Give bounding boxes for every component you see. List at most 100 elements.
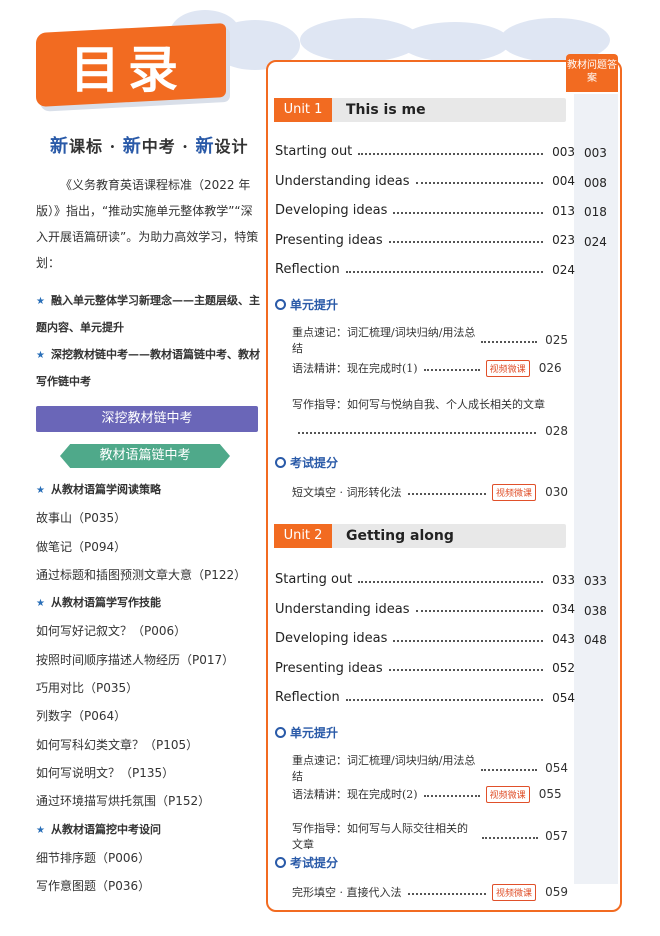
ring-icon — [275, 456, 286, 468]
dot-leader — [298, 431, 536, 434]
toc-entry-name: Understanding ideas — [275, 173, 410, 189]
list-item: 如何写说明文？（P135） — [36, 759, 262, 787]
dot-leader — [407, 493, 486, 495]
list-item-text: 如何写科幻类文章？（P105） — [36, 737, 199, 752]
toc-entry-name: Reflection — [275, 690, 340, 705]
answer-page-number: 008 — [584, 175, 607, 190]
slogan-word: 新 — [122, 136, 142, 157]
intro-paragraph: 《义务教育英语课程标准（2022 年版）》指出，“推动实施单元整体教学”“深入开… — [36, 172, 262, 276]
page-title: 目录 — [70, 41, 186, 99]
exam-entry-text: 完形填空 · 直接代入法 — [292, 886, 402, 899]
page-number: 026 — [538, 361, 562, 375]
list-item-text: 巧用对比（P035） — [36, 681, 139, 696]
feature-text: 融入单元整体学习新理念——主题层级、主题内容、单元提升 — [36, 294, 260, 334]
section-heading-text: 考试提分 — [290, 455, 339, 470]
dot-leader — [415, 182, 543, 184]
section-heading-text: 单元提升 — [290, 725, 339, 740]
sub-entry-text: 重点速记：词汇梳理/词块归纳/用法总结 — [292, 325, 476, 355]
slogan-part: 课标 · — [69, 137, 123, 156]
toc-entry-name: Reflection — [275, 262, 340, 277]
section-heading: 单元提升 — [275, 296, 338, 313]
intro-text: 《义务教育英语课程标准（2022 年版）》指出，“推动实施单元整体教学”“深入开… — [36, 178, 259, 270]
sub-entry-text: 重点速记：词汇梳理/词块归纳/用法总结 — [292, 753, 476, 783]
sub-entry-text: 语法精讲：现在完成时(2) — [292, 788, 418, 801]
list-item: 如何写科幻类文章？（P105） — [36, 731, 262, 759]
answer-page-number: 038 — [584, 603, 607, 618]
list-item-text: 列数字（P064） — [36, 709, 127, 724]
list-section-heading: ★ 从教材语篇挖中考设问 — [36, 816, 262, 844]
unit-label: Unit 2 — [274, 524, 332, 548]
ring-icon — [275, 856, 286, 868]
video-lesson-badge[interactable]: 视频微课 — [485, 785, 530, 803]
unit-header: Unit 2 Getting along — [274, 524, 566, 548]
toc-entry[interactable]: Understanding ideas 004 — [275, 174, 575, 189]
star-icon: ★ — [36, 598, 45, 610]
list-item: 列数字（P064） — [36, 702, 262, 730]
section-heading-text: 单元提升 — [290, 297, 339, 312]
slogan-part: 中考 · — [141, 137, 196, 156]
section-heading: 单元提升 — [275, 724, 338, 741]
exam-entry[interactable]: 短文填空 · 词形转化法 视频微课 030 — [292, 483, 568, 501]
list-item-text: 做笔记（P094） — [36, 539, 127, 554]
sub-entry-text: 写作指导：如何写与人际交往相关的文章 — [292, 821, 468, 851]
page-number: 054 — [545, 760, 568, 775]
toc-entry[interactable]: Presenting ideas 023 — [275, 233, 575, 248]
star-icon: ★ — [36, 350, 45, 361]
unit-title: Getting along — [346, 528, 454, 544]
video-lesson-badge[interactable]: 视频微课 — [491, 483, 536, 501]
dot-leader — [407, 893, 486, 895]
star-icon: ★ — [36, 296, 45, 307]
page-number: 004 — [552, 174, 575, 188]
sub-entry[interactable]: 重点速记：词汇梳理/词块归纳/用法总结 025 — [292, 324, 568, 356]
list-item-text: 从教材语篇学阅读策略 — [50, 483, 161, 496]
toc-entry-name: Presenting ideas — [275, 232, 383, 248]
sub-entry[interactable]: 语法精讲：现在完成时(2) 视频微课 055 — [292, 785, 568, 803]
sub-entry[interactable]: 028 — [292, 424, 568, 438]
answer-page-number: 033 — [584, 574, 607, 588]
toc-entry[interactable]: Reflection 024 — [275, 262, 575, 277]
page-number: 043 — [552, 631, 575, 646]
sub-entry[interactable]: 重点速记：词汇梳理/词块归纳/用法总结 054 — [292, 752, 568, 784]
toc-entry-name: Starting out — [275, 144, 353, 159]
page-number: 030 — [545, 485, 568, 499]
strategy-list: ★ 从教材语篇学阅读策略 故事山（P035） 做笔记（P094） 通过标题和插图预测文章… — [36, 476, 262, 900]
list-item-text: 细节排序题（P006） — [36, 850, 151, 865]
page-number: 052 — [552, 661, 575, 675]
list-section-heading: ★ 从教材语篇学阅读策略 — [36, 476, 262, 504]
ring-icon — [275, 298, 286, 310]
section-tag: 教材语篇链中考 — [60, 444, 230, 468]
exam-entry[interactable]: 完形填空 · 直接代入法 视频微课 059 — [292, 883, 568, 901]
toc-entry-name: Developing ideas — [275, 631, 388, 646]
sub-entry[interactable]: 语法精讲：现在完成时(1) 视频微课 026 — [292, 359, 568, 377]
list-item: 如何写好记叙文？（P006） — [36, 617, 262, 645]
slogan-part: 设计 — [214, 137, 249, 156]
toc-entry[interactable]: Starting out 033 — [275, 572, 575, 587]
toc-entry[interactable]: Starting out 003 — [275, 144, 575, 159]
dot-leader — [481, 836, 538, 839]
feature-bullet: ★ 深挖教材链中考——教材语篇链中考、教材写作链中考 — [36, 342, 262, 395]
section-heading: 考试提分 — [275, 854, 338, 871]
star-icon: ★ — [36, 824, 45, 836]
answer-page-number: 018 — [584, 205, 607, 219]
dot-leader — [358, 152, 543, 155]
star-icon: ★ — [36, 485, 45, 496]
list-item-text: 写作意图题（P036） — [36, 879, 151, 894]
toc-entry[interactable]: Presenting ideas 052 — [275, 661, 575, 676]
toc-entry[interactable]: Developing ideas 043 — [275, 631, 575, 646]
toc-entry[interactable]: Reflection 054 — [275, 690, 575, 705]
page-number: 028 — [545, 423, 568, 438]
dot-leader — [358, 580, 543, 583]
page-number: 003 — [552, 144, 575, 159]
answer-page-number: 024 — [584, 234, 607, 249]
page-number: 024 — [552, 262, 575, 277]
toc-entry-name: Understanding ideas — [275, 601, 410, 617]
section-heading-text: 考试提分 — [290, 855, 339, 870]
toc-entry[interactable]: Developing ideas 013 — [275, 203, 575, 218]
toc-entry[interactable]: Understanding ideas 034 — [275, 602, 575, 617]
sub-entry[interactable]: 写作指导：如何写与人际交往相关的文章 057 — [292, 820, 568, 852]
section-heading: 考试提分 — [275, 454, 338, 471]
video-lesson-badge[interactable]: 视频微课 — [485, 359, 530, 377]
video-lesson-badge[interactable]: 视频微课 — [491, 883, 536, 901]
section-banner: 深挖教材链中考 — [36, 406, 258, 432]
list-item: 写作意图题（P036） — [36, 872, 262, 900]
